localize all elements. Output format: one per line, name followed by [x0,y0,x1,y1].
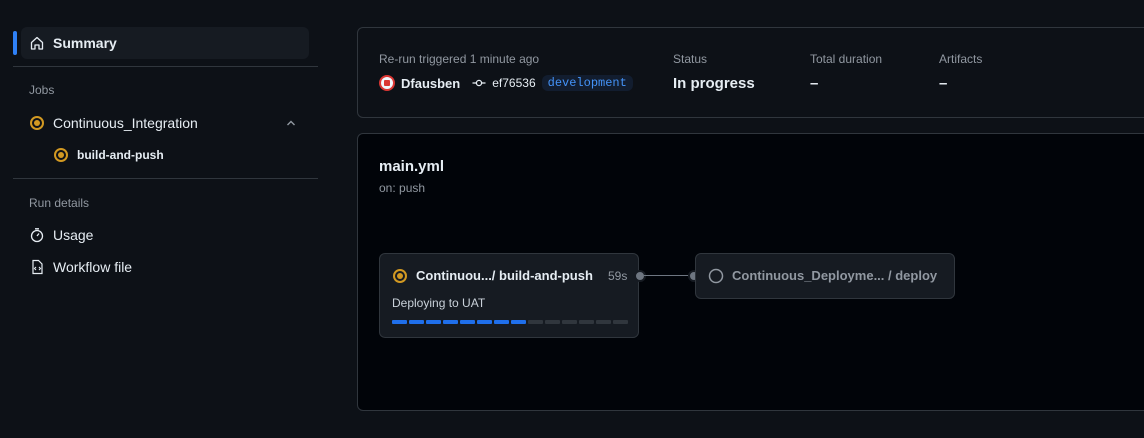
sidebar-item-usage[interactable]: Usage [29,227,93,243]
job-name: Continuou.../ build-and-push [416,268,593,283]
trigger-details: Dfausben ef76536 development [379,75,633,91]
file-code-icon [29,259,45,275]
jobs-heading: Jobs [29,83,55,97]
progress-segment [443,320,458,324]
progress-segment [511,320,526,324]
commit-link[interactable]: ef76536 [492,76,535,90]
progress-segment [494,320,509,324]
divider [13,178,318,179]
workflow-title: main.yml [379,158,445,175]
job-label: build-and-push [77,148,164,162]
progress-segment [596,320,611,324]
branch-tag[interactable]: development [541,75,633,91]
workflow-graph-card: main.yml on: push Continuou.../ build-an… [357,133,1144,411]
run-details-heading: Run details [29,196,90,210]
duration-value: – [810,75,819,92]
pending-circle-icon [708,268,724,284]
sidebar-item-label: Workflow file [53,259,133,275]
progress-segment [460,320,475,324]
home-icon [29,35,45,51]
sidebar-item-continuous-integration[interactable]: Continuous_Integration [29,115,309,131]
job-duration: 59s [608,269,628,283]
job-output-dot [634,270,646,282]
stopwatch-icon [29,227,45,243]
progress-segment [613,320,628,324]
artifacts-value: – [939,75,948,92]
job-card-deploy[interactable]: Continuous_Deployme... / deploy [695,253,955,299]
avatar[interactable] [379,75,395,91]
sidebar-item-label: Usage [53,227,94,243]
status-label: Status [673,52,708,66]
job-name: Continuous_Deployme... / deploy [732,268,938,283]
sidebar-item-workflow-file[interactable]: Workflow file [29,259,132,275]
progress-bar [392,320,630,324]
trigger-label: Re-run triggered 1 minute ago [379,52,540,66]
run-summary-card: Re-run triggered 1 minute ago Dfausben e… [357,27,1144,118]
in-progress-icon [392,268,408,284]
workflow-trigger: on: push [379,181,426,195]
artifacts-label: Artifacts [939,52,983,66]
progress-segment [409,320,424,324]
status-value: In progress [673,75,755,92]
progress-segment [562,320,577,324]
sidebar-item-label: Summary [53,35,117,51]
job-card-build-and-push[interactable]: Continuou.../ build-and-push 59s Deployi… [379,253,639,338]
job-connector [644,275,690,276]
sidebar-item-summary[interactable]: Summary [21,27,309,59]
progress-segment [426,320,441,324]
progress-segment [579,320,594,324]
user-link[interactable]: Dfausben [401,76,460,91]
in-progress-icon [53,147,69,163]
progress-segment [545,320,560,324]
chevron-up-icon[interactable] [283,115,299,131]
commit-icon [472,75,486,91]
sidebar: Summary Jobs Continuous_Integration buil… [0,0,330,438]
job-step: Deploying to UAT [392,296,486,310]
progress-segment [477,320,492,324]
job-group-label: Continuous_Integration [53,115,198,131]
in-progress-icon [29,115,45,131]
progress-segment [528,320,543,324]
duration-label: Total duration [810,52,883,66]
active-indicator [13,31,17,55]
progress-segment [392,320,407,324]
divider [13,66,318,67]
sidebar-item-build-and-push[interactable]: build-and-push [53,147,164,163]
